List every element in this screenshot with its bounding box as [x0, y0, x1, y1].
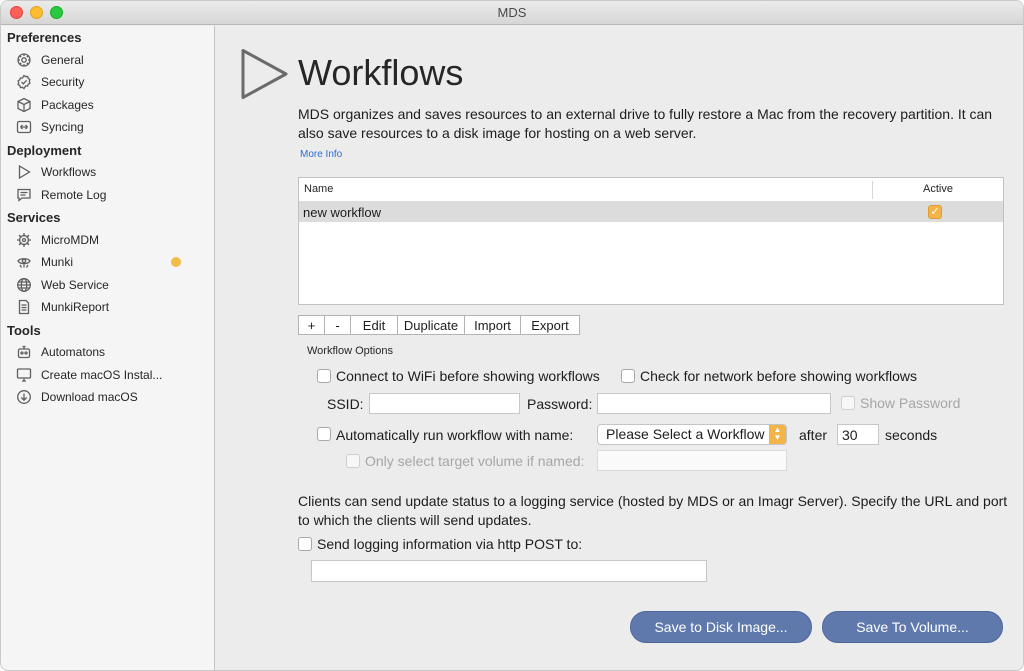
table-header: Name Active [299, 178, 1003, 202]
robot-icon [15, 343, 33, 361]
sidebar-item-label: Web Service [41, 278, 109, 292]
auto-run-label[interactable]: Automatically run workflow with name: [336, 427, 573, 443]
show-password-label: Show Password [860, 395, 961, 411]
wifi-checkbox[interactable] [317, 369, 331, 383]
sidebar-item-label: Workflows [41, 165, 97, 179]
sidebar-item-micromdm[interactable]: MicroMDM [15, 229, 205, 251]
logging-checkbox[interactable] [298, 537, 312, 551]
sidebar-item-automatons[interactable]: Automatons [15, 341, 205, 363]
munki-icon [15, 253, 33, 271]
sidebar-item-general[interactable]: General [15, 49, 205, 71]
target-volume-checkbox[interactable] [346, 454, 360, 468]
sidebar-item-security[interactable]: Security [15, 71, 205, 93]
logging-url-field[interactable] [311, 560, 707, 582]
save-to-volume-button[interactable]: Save To Volume... [822, 611, 1003, 643]
target-volume-field[interactable] [597, 450, 787, 471]
seconds-field[interactable]: 30 [837, 424, 879, 445]
monitor-icon [15, 366, 33, 384]
sidebar-item-label: Security [41, 75, 85, 89]
status-badge [171, 257, 181, 267]
sidebar-item-label: Munki [41, 255, 74, 269]
sidebar-item-label: General [41, 53, 84, 67]
duplicate-workflow-button[interactable]: Duplicate [397, 315, 465, 335]
column-header-name[interactable]: Name [304, 183, 333, 195]
target-volume-label: Only select target volume if named: [365, 453, 585, 469]
sidebar-section-services: Services [7, 210, 61, 225]
seconds-label: seconds [885, 427, 938, 443]
add-workflow-button[interactable]: + [298, 315, 325, 335]
download-icon [15, 388, 33, 406]
sidebar-item-label: Remote Log [41, 188, 107, 202]
import-workflow-button[interactable]: Import [464, 315, 521, 335]
sidebar-item-munkireport[interactable]: MunkiReport [15, 296, 205, 318]
sidebar-item-label: MicroMDM [41, 233, 99, 247]
page-title: Workflows [298, 52, 464, 93]
sidebar-item-label: Packages [41, 98, 94, 112]
workflow-select-value: Please Select a Workflow [606, 426, 765, 442]
remove-workflow-button[interactable]: - [324, 315, 351, 335]
sidebar-item-create-macos-installer[interactable]: Create macOS Instal... [15, 364, 205, 386]
ssid-field[interactable] [369, 393, 520, 414]
export-workflow-button[interactable]: Export [520, 315, 580, 335]
title-bar: MDS [1, 1, 1023, 25]
play-icon [15, 163, 33, 181]
page-description: MDS organizes and saves resources to an … [298, 106, 993, 141]
shield-check-icon [15, 73, 33, 91]
chevron-up-down-icon: ▲ ▼ [769, 425, 786, 444]
sidebar-section-deployment: Deployment [7, 143, 82, 158]
play-icon [241, 49, 288, 99]
gear-icon [15, 51, 33, 69]
save-to-disk-image-button[interactable]: Save to Disk Image... [630, 611, 812, 643]
workflow-name-cell: new workflow [303, 205, 382, 220]
sidebar-item-munki[interactable]: Munki [15, 251, 205, 273]
sidebar: Preferences General Security Packages Sy… [1, 26, 215, 670]
network-check-label[interactable]: Check for network before showing workflo… [640, 368, 917, 384]
globe-icon [15, 276, 33, 294]
sidebar-item-label: Automatons [41, 345, 106, 359]
active-checkbox[interactable]: ✓ [928, 205, 942, 219]
password-field[interactable] [597, 393, 831, 414]
table-row[interactable]: new workflow ✓ [299, 202, 1003, 222]
column-header-active[interactable]: Active [873, 183, 1003, 195]
sidebar-item-label: Download macOS [41, 390, 138, 404]
helm-icon [15, 231, 33, 249]
sync-icon [15, 118, 33, 136]
main-panel: Workflows MDS organizes and saves resour… [216, 26, 1023, 670]
auto-run-checkbox[interactable] [317, 427, 331, 441]
logging-checkbox-label[interactable]: Send logging information via http POST t… [317, 536, 582, 552]
sidebar-item-label: MunkiReport [41, 300, 110, 314]
sidebar-item-packages[interactable]: Packages [15, 94, 205, 116]
sidebar-item-download-macos[interactable]: Download macOS [15, 386, 205, 408]
sidebar-item-label: Create macOS Instal... [41, 368, 163, 382]
workflows-table[interactable]: Name Active new workflow ✓ [298, 177, 1004, 305]
sidebar-item-label: Syncing [41, 120, 84, 134]
edit-workflow-button[interactable]: Edit [350, 315, 398, 335]
speech-bubble-icon [15, 186, 33, 204]
ssid-label: SSID: [327, 396, 364, 412]
workflow-options-label: Workflow Options [307, 345, 393, 357]
after-label: after [799, 427, 828, 443]
workflow-select[interactable]: Please Select a Workflow ▲ ▼ [597, 424, 787, 445]
wifi-checkbox-label[interactable]: Connect to WiFi before showing workflows [336, 368, 600, 384]
sidebar-item-remote-log[interactable]: Remote Log [15, 184, 205, 206]
sidebar-item-syncing[interactable]: Syncing [15, 116, 205, 138]
document-icon [15, 298, 33, 316]
sidebar-section-preferences: Preferences [7, 30, 82, 45]
sidebar-item-web-service[interactable]: Web Service [15, 274, 205, 296]
network-check-checkbox[interactable] [621, 369, 635, 383]
window-title: MDS [497, 5, 527, 20]
sidebar-section-tools: Tools [7, 323, 41, 338]
sidebar-item-workflows[interactable]: Workflows [15, 161, 205, 183]
logging-description: Clients can send update status to a logg… [298, 493, 1008, 528]
show-password-checkbox[interactable] [841, 396, 855, 410]
more-info-link[interactable]: More Info [300, 149, 342, 160]
password-label: Password: [527, 396, 593, 412]
package-icon [15, 96, 33, 114]
app-window: MDS Preferences General Security Package… [0, 0, 1024, 671]
